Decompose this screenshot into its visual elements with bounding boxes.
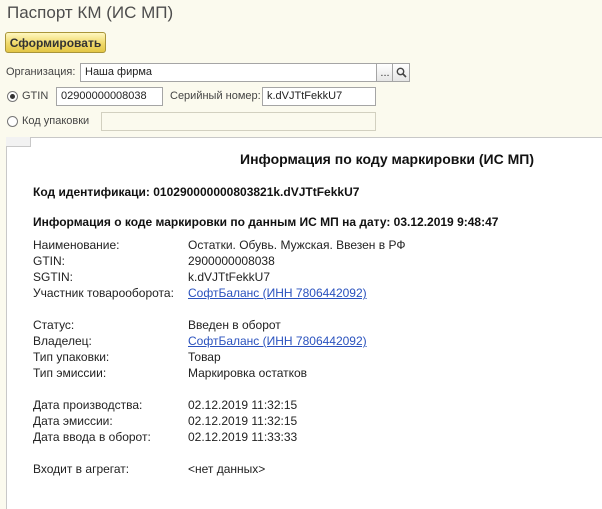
row-value-aggregate: <нет данных> <box>188 462 266 476</box>
info-line: Информация о коде маркировки по данным И… <box>33 215 499 229</box>
serial-label: Серийный номер: <box>170 90 261 102</box>
row-key-participant: Участник товарооборота: <box>33 286 174 300</box>
open-button[interactable] <box>392 63 410 82</box>
report-corner-cell <box>6 137 31 147</box>
row-key-name: Наименование: <box>33 238 120 252</box>
organization-field[interactable]: Наша фирма <box>80 63 377 82</box>
form-button[interactable]: Сформировать <box>5 32 106 53</box>
report-title: Информация по коду маркировки (ИС МП) <box>240 151 534 167</box>
row-key-production-date: Дата производства: <box>33 398 143 412</box>
row-key-aggregate: Входит в агрегат: <box>33 462 130 476</box>
row-value-sgtin: k.dVJTtFekkU7 <box>188 270 271 284</box>
package-field[interactable] <box>101 112 376 131</box>
row-value-package-type: Товар <box>188 350 221 364</box>
row-value-status: Введен в оборот <box>188 318 281 332</box>
row-key-circulation-date: Дата ввода в оборот: <box>33 430 151 444</box>
organization-label: Организация: <box>6 66 76 78</box>
row-value-name: Остатки. Обувь. Мужская. Ввезен в РФ <box>188 238 406 252</box>
row-value-emission-date: 02.12.2019 11:32:15 <box>188 414 298 428</box>
row-value-production-date: 02.12.2019 11:32:15 <box>188 398 298 412</box>
window-title: Паспорт КМ (ИС МП) <box>7 3 174 22</box>
row-key-sgtin: SGTIN: <box>33 270 74 284</box>
gtin-label: GTIN <box>22 90 49 102</box>
radio-gtin[interactable] <box>7 91 18 102</box>
row-value-emission-type: Маркировка остатков <box>188 366 308 380</box>
row-key-emission-date: Дата эмиссии: <box>33 414 113 428</box>
code-line: Код идентификаци: 010290000000803821k.dV… <box>33 185 360 199</box>
row-key-status: Статус: <box>33 318 75 332</box>
row-key-package-type: Тип упаковки: <box>33 350 110 364</box>
row-value-circulation-date: 02.12.2019 11:33:33 <box>188 430 298 444</box>
search-icon <box>396 67 407 78</box>
row-value-gtin: 2900000008038 <box>188 254 275 268</box>
participant-link[interactable]: СофтБаланс (ИНН 7806442092) <box>188 286 367 300</box>
row-key-emission-type: Тип эмиссии: <box>33 366 107 380</box>
row-key-gtin: GTIN: <box>33 254 65 268</box>
radio-package-code[interactable] <box>7 116 18 127</box>
gtin-field[interactable]: 02900000008038 <box>56 87 163 106</box>
row-key-owner: Владелец: <box>33 334 92 348</box>
package-label: Код упаковки <box>22 115 90 127</box>
owner-link[interactable]: СофтБаланс (ИНН 7806442092) <box>188 334 367 348</box>
serial-field[interactable]: k.dVJTtFekkU7 <box>262 87 376 106</box>
